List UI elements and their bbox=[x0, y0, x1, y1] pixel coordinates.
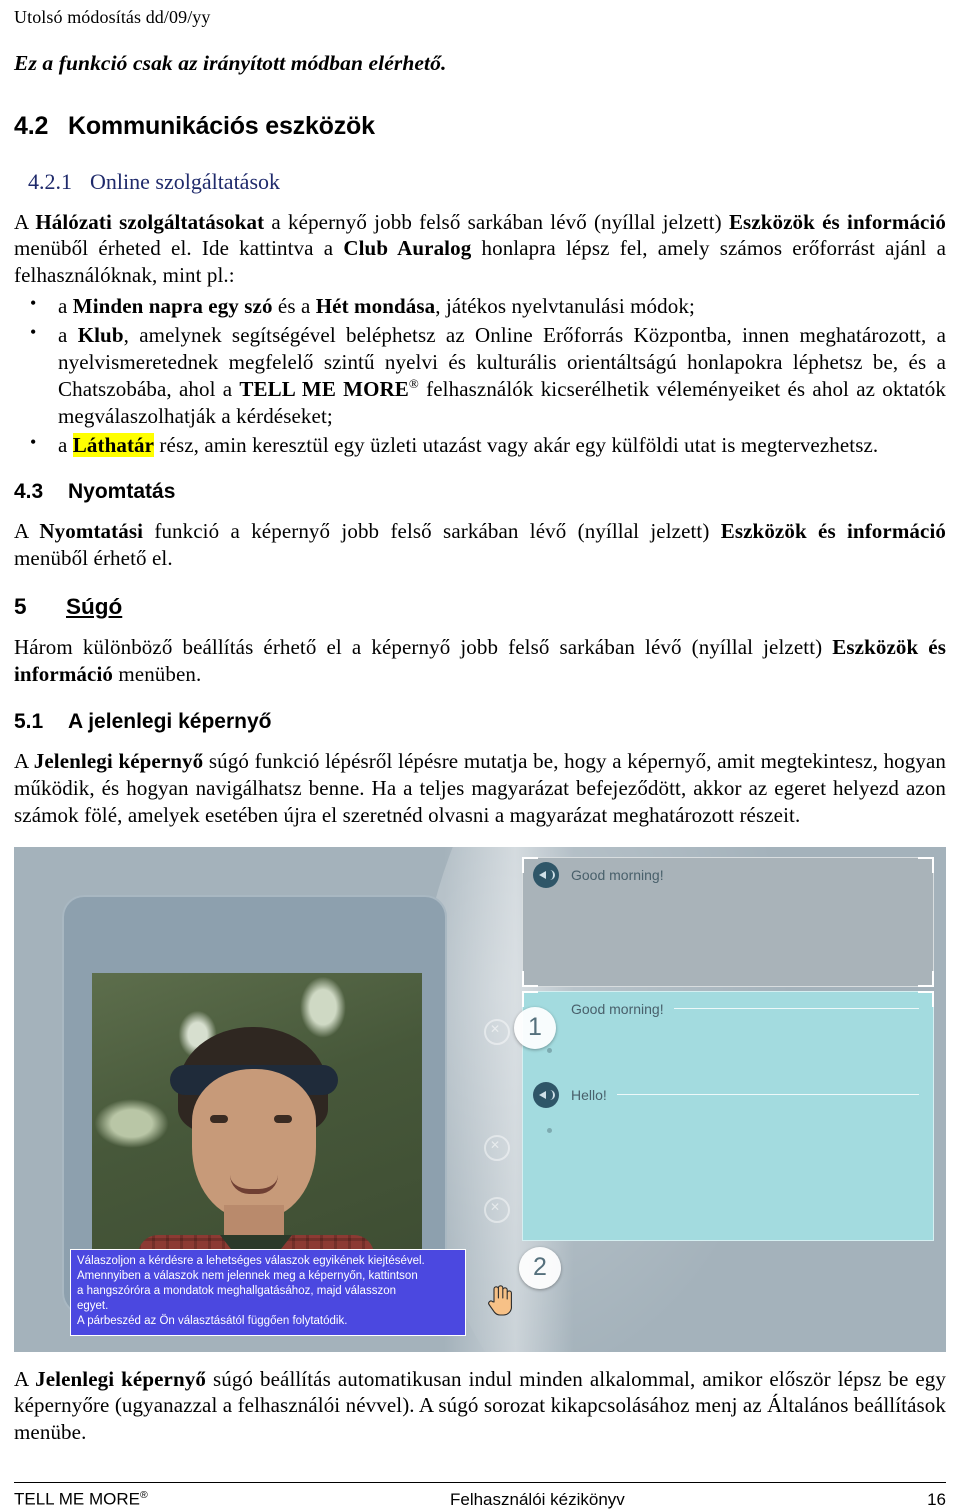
heading-4-3-title: Nyomtatás bbox=[68, 480, 176, 504]
text-fragment: Három különböző beállítás érhető el a ké… bbox=[14, 635, 833, 660]
heading-4-2-1: 4.2.1 Online szolgáltatások bbox=[14, 169, 946, 195]
dialogue-card-answers[interactable]: Good morning! Hello! bbox=[522, 990, 934, 1241]
bold-club-auralog: Club Auralog bbox=[343, 236, 472, 261]
dialogue-row: Good morning! bbox=[523, 858, 933, 892]
footer-page-number: 16 bbox=[927, 1489, 946, 1509]
heading-4-2-title: Kommunikációs eszközök bbox=[68, 111, 375, 140]
paragraph-current-screen: A Jelenlegi képernyő súgó funkció lépésr… bbox=[14, 748, 946, 829]
heading-4-2: 4.2 Kommunikációs eszközök bbox=[14, 112, 946, 141]
dialogue-column: Good morning! Good morning! Hello! bbox=[522, 856, 934, 1352]
list-item: a Klub, amelynek segítségével beléphetsz… bbox=[14, 321, 946, 430]
bold-eszkozok-es-informacio: Eszközök és információ bbox=[720, 519, 946, 544]
bold-jelenlegi-kepernyo: Jelenlegi képernyő bbox=[35, 1366, 206, 1391]
heading-4-2-number: 4.2 bbox=[14, 111, 49, 140]
crop-mark-icon bbox=[522, 990, 538, 1007]
text-fragment: funkció a képernyő jobb felső sarkában l… bbox=[143, 519, 721, 544]
heading-5-number: 5 bbox=[14, 594, 27, 620]
text-fragment: a bbox=[58, 432, 73, 457]
text-fragment: a bbox=[58, 294, 73, 319]
dialogue-row[interactable]: Hello! bbox=[523, 1078, 933, 1112]
step-badge-1[interactable]: 1 bbox=[514, 1006, 556, 1049]
heading-4-3-number: 4.3 bbox=[14, 480, 44, 504]
dialogue-answer-text: Good morning! bbox=[571, 1000, 664, 1017]
text-fragment: A bbox=[14, 1366, 36, 1391]
bold-tell-me-more: TELL ME MORE bbox=[239, 376, 409, 401]
text-fragment: A bbox=[14, 209, 36, 234]
answer-underline bbox=[673, 1008, 919, 1009]
heading-4-3: 4.3 Nyomtatás bbox=[14, 480, 946, 504]
tooltip-line: Válaszoljon a kérdésre a lehetséges vála… bbox=[77, 1254, 425, 1267]
speaker-icon[interactable] bbox=[533, 861, 559, 888]
close-icon[interactable] bbox=[484, 1134, 510, 1161]
close-icon[interactable] bbox=[484, 1196, 510, 1223]
footer-document-title: Felhasználói kézikönyv bbox=[449, 1489, 625, 1509]
bold-het-mondasa: Hét mondása bbox=[315, 294, 436, 319]
heading-5-1: 5.1 A jelenlegi képernyő bbox=[14, 710, 946, 734]
speaker-icon[interactable] bbox=[533, 1081, 559, 1108]
list-item: a Láthatár rész, amin keresztül egy üzle… bbox=[14, 431, 946, 459]
heading-5: 5 Súgó bbox=[14, 594, 946, 620]
bold-jelenlegi-kepernyo: Jelenlegi képernyő bbox=[33, 748, 204, 773]
dialogue-card-prompt[interactable]: Good morning! bbox=[522, 856, 934, 987]
person-eye-right bbox=[274, 1114, 292, 1123]
paragraph-online-services: A Hálózati szolgáltatásokat a képernyő j… bbox=[14, 209, 946, 290]
footer-product-label: TELL ME MORE bbox=[14, 1489, 140, 1509]
hand-cursor-icon bbox=[488, 1284, 512, 1316]
embedded-application-screenshot: Good morning! Good morning! Hello! bbox=[14, 846, 946, 1352]
text-fragment: rész, amin keresztül egy üzleti utazást … bbox=[154, 432, 879, 457]
bold-halozati-szolgaltatasokat: Hálózati szolgáltatásokat bbox=[35, 209, 265, 234]
bold-eszkozok-es-informacio: Eszközök és információ bbox=[728, 209, 946, 234]
heading-4-2-1-number: 4.2.1 bbox=[28, 168, 72, 194]
person-eye-left bbox=[210, 1114, 228, 1123]
document-page: Utolsó módosítás dd/09/yy Ez a funkció c… bbox=[0, 0, 960, 1510]
resource-bullet-list: a Minden napra egy szó és a Hét mondása,… bbox=[14, 292, 946, 459]
dialogue-answer-text: Hello! bbox=[571, 1086, 607, 1103]
text-fragment: menüből érhető el. bbox=[14, 546, 173, 571]
bold-minden-napra-egy-szo: Minden napra egy szó bbox=[72, 294, 273, 319]
tooltip-line: A párbeszéd az Ön választásától függően … bbox=[77, 1315, 348, 1328]
dialogue-text: Good morning! bbox=[571, 866, 664, 883]
tooltip-line: egyet. bbox=[77, 1300, 109, 1313]
page-footer: TELL ME MORE® Felhasználói kézikönyv 16 bbox=[14, 1483, 946, 1510]
tooltip-line: a hangszóróra a mondatok meghallgatásáho… bbox=[77, 1284, 396, 1297]
help-tooltip: Válaszoljon a kérdésre a lehetséges vála… bbox=[70, 1248, 466, 1336]
paragraph-help: Három különböző beállítás érhető el a ké… bbox=[14, 634, 946, 688]
text-fragment: , játékos nyelvtanulási módok; bbox=[435, 294, 695, 319]
person-face bbox=[192, 1068, 316, 1219]
text-fragment: menüben. bbox=[112, 662, 202, 686]
heading-5-title: Súgó bbox=[66, 594, 123, 620]
heading-4-2-1-title: Online szolgáltatások bbox=[90, 168, 281, 194]
registered-mark: ® bbox=[408, 375, 419, 391]
text-fragment: és a bbox=[272, 294, 316, 319]
crop-mark-icon bbox=[918, 990, 934, 1007]
footer-product-name: TELL ME MORE® bbox=[14, 1489, 148, 1510]
highlighted-term-lathatar: Láthatár bbox=[72, 432, 155, 457]
answer-dot bbox=[547, 1127, 552, 1133]
crop-mark-icon bbox=[918, 856, 934, 873]
text-fragment: A bbox=[14, 748, 34, 773]
step-badge-2[interactable]: 2 bbox=[519, 1246, 561, 1289]
answer-underline bbox=[616, 1094, 919, 1095]
crop-mark-icon bbox=[522, 970, 538, 987]
paragraph-printing: A Nyomtatási funkció a képernyő jobb fel… bbox=[14, 518, 946, 572]
close-icon[interactable] bbox=[484, 1018, 510, 1045]
list-item: a Minden napra egy szó és a Hét mondása,… bbox=[14, 292, 946, 320]
text-fragment: a bbox=[58, 323, 78, 347]
tooltip-line: Amennyiben a válaszok nem jelennek meg a… bbox=[77, 1269, 418, 1282]
dialogue-row[interactable]: Good morning! bbox=[523, 992, 933, 1026]
text-fragment: a képernyő jobb felső sarkában lévő (nyí… bbox=[264, 209, 729, 234]
bold-nyomtatasi: Nyomtatási bbox=[39, 519, 144, 544]
italic-notice: Ez a funkció csak az irányított módban e… bbox=[14, 50, 447, 75]
heading-5-1-number: 5.1 bbox=[14, 709, 44, 733]
answer-dot bbox=[547, 1047, 552, 1053]
registered-mark: ® bbox=[139, 1489, 148, 1502]
text-fragment: menüből érheted el. Ide kattintva a bbox=[14, 236, 344, 261]
text-fragment: A bbox=[14, 519, 40, 544]
paragraph-current-screen-auto: A Jelenlegi képernyő súgó beállítás auto… bbox=[14, 1366, 946, 1447]
heading-5-1-title: A jelenlegi képernyő bbox=[68, 709, 272, 733]
document-revision-header: Utolsó módosítás dd/09/yy bbox=[14, 7, 211, 27]
bold-klub: Klub bbox=[77, 323, 124, 347]
crop-mark-icon bbox=[918, 970, 934, 987]
